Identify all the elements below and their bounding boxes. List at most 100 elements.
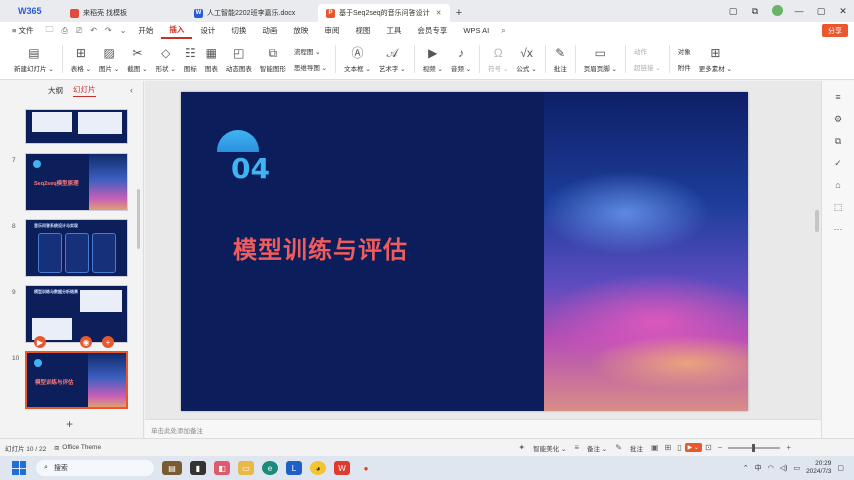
ime-icon[interactable]: 中 <box>755 463 762 473</box>
theme-name[interactable]: Office Theme <box>62 444 106 451</box>
print-icon[interactable]: ⎚ <box>72 26 86 36</box>
add-slide-button[interactable]: + <box>66 417 73 431</box>
table-button[interactable]: ⊞ 表格 ⌄ <box>67 40 95 78</box>
avatar[interactable] <box>766 4 788 18</box>
multiwindow-icon[interactable]: ⧉ <box>744 6 766 17</box>
zoom-in-icon[interactable]: + <box>783 443 794 452</box>
share-button[interactable]: 分享 <box>822 24 848 37</box>
menu-view[interactable]: 视图 <box>347 22 378 39</box>
wifi-icon[interactable]: ◠ <box>768 464 774 472</box>
new-slide-button[interactable]: ▤ 新建幻灯片 ⌄ <box>10 40 58 78</box>
video-button[interactable]: ▶ 视频 ⌄ <box>419 40 447 78</box>
attachment-button[interactable]: 附件 <box>678 62 691 72</box>
save-icon[interactable]: 🗀 <box>41 24 57 38</box>
check-icon[interactable]: ✓ <box>834 157 842 169</box>
tab-outline[interactable]: 大纲 <box>48 85 63 96</box>
menu-home[interactable]: 开始 <box>130 22 161 39</box>
comments-toggle[interactable]: 批注 <box>625 443 648 453</box>
fit-window-icon[interactable]: ⊡ <box>702 443 715 452</box>
task-view-icon[interactable]: ▮ <box>190 461 206 475</box>
symbol-button[interactable]: Ω 符号 ⌄ <box>484 40 512 78</box>
menu-slideshow[interactable]: 放映 <box>285 22 316 39</box>
maximize-button[interactable]: ▢ <box>810 6 832 17</box>
recorder-icon[interactable]: ● <box>358 461 374 475</box>
app-logo[interactable]: W365 <box>0 0 62 22</box>
taskbar-search[interactable]: ⌕ 搜索 <box>36 460 154 476</box>
quick-access-more-icon[interactable]: ⌄ <box>116 26 131 35</box>
menu-tools[interactable]: 工具 <box>378 22 409 39</box>
widgets-icon[interactable]: ▤ <box>162 461 182 475</box>
app-yellow-icon[interactable]: ◕ <box>310 461 326 475</box>
slide-thumbnail-9[interactable]: 模型训练与数据分析结果 <box>25 285 128 343</box>
menu-insert[interactable]: 插入 <box>161 22 193 39</box>
play-from-slide-icon[interactable]: ▶ <box>34 336 46 348</box>
menu-review[interactable]: 审阅 <box>316 22 347 39</box>
wordart-button[interactable]: 𝒜 艺术字 ⌄ <box>375 40 410 78</box>
notes-area[interactable]: 单击此处添加备注 <box>145 419 821 438</box>
menu-transition[interactable]: 切换 <box>223 22 254 39</box>
reading-view-icon[interactable]: ▯ <box>674 443 684 452</box>
normal-view-icon[interactable]: ▣ <box>648 443 662 452</box>
comment-button[interactable]: ✎ 批注 <box>550 40 571 78</box>
icon-button[interactable]: ☷ 图标 <box>180 40 201 78</box>
menu-member[interactable]: 会员专享 <box>409 22 455 39</box>
new-tab-button[interactable]: + <box>452 4 466 22</box>
windows-start-icon[interactable] <box>12 461 26 475</box>
edge-browser-icon[interactable]: e <box>262 461 278 475</box>
export-icon[interactable]: ⎙ <box>57 26 71 36</box>
collapse-panel-icon[interactable]: ‹ <box>130 85 133 95</box>
formula-button[interactable]: √x 公式 ⌄ <box>512 40 540 78</box>
slide-thumbnail-8[interactable]: 音乐问答系统设计与实现 <box>25 219 128 277</box>
action-button[interactable]: 动作 <box>634 46 661 56</box>
minimize-button[interactable]: — <box>788 6 810 16</box>
volume-icon[interactable]: ◁) <box>780 464 788 472</box>
zoom-slider[interactable] <box>728 443 781 452</box>
audio-button[interactable]: ♪ 音频 ⌄ <box>447 40 475 78</box>
hyperlink-button[interactable]: 超链接 ⌄ <box>634 62 661 72</box>
chart-button[interactable]: ▦ 图表 <box>201 40 222 78</box>
slide-thumbnail-6[interactable] <box>25 109 128 144</box>
section-number[interactable]: 04 <box>231 152 270 185</box>
notifications-icon[interactable]: ▢ <box>837 464 844 472</box>
copy-style-icon[interactable]: ⧉ <box>835 135 841 147</box>
tab-template[interactable]: 来稻壳 找模板 <box>62 4 184 22</box>
play-button[interactable]: ▶ ⌄ <box>684 443 702 452</box>
dynamic-chart-button[interactable]: ◰ 动态图表 <box>222 40 256 78</box>
chevron-up-icon[interactable]: ⌃ <box>743 464 749 472</box>
redo-icon[interactable]: ↷ <box>101 26 116 35</box>
add-slide-icon[interactable]: + <box>102 336 114 348</box>
tab-docx[interactable]: W 人工智能2202班李嘉乐.docx <box>186 4 316 22</box>
file-menu[interactable]: ≡ 文件 <box>4 22 41 39</box>
gallery-app-icon[interactable]: ◧ <box>214 461 230 475</box>
tab-presentation[interactable]: P 基于Seq2seq的音乐问答设计 ✕ <box>318 4 450 22</box>
screenshot-button[interactable]: ✂ 截图 ⌄ <box>123 40 151 78</box>
more-icon[interactable]: ··· <box>834 223 843 235</box>
sorter-view-icon[interactable]: ⊞ <box>662 443 675 452</box>
design-suggest-icon[interactable]: ◉ <box>80 336 92 348</box>
smart-beautify-button[interactable]: 智能美化 ⌄ <box>528 443 571 453</box>
clock[interactable]: 20:29 2024/7/3 <box>806 460 831 476</box>
tab-slides[interactable]: 幻灯片 <box>73 84 96 97</box>
slide-thumbnail-10[interactable]: 模型训练与评估 <box>25 351 128 409</box>
picture-button[interactable]: ▨ 图片 ⌄ <box>95 40 123 78</box>
smartart-button[interactable]: ⧉ 智能图形 <box>256 40 290 78</box>
menu-wps-ai[interactable]: WPS AI <box>455 22 497 39</box>
textbox-button[interactable]: Ⓐ 文本框 ⌄ <box>340 40 375 78</box>
properties-icon[interactable]: ≡ <box>835 91 840 103</box>
file-explorer-icon[interactable]: ▭ <box>238 461 254 475</box>
slide-title[interactable]: 模型训练与评估 <box>233 230 408 265</box>
zoom-out-icon[interactable]: − <box>715 443 726 452</box>
search-icon[interactable]: ⌕ <box>497 26 509 36</box>
shape-button[interactable]: ◇ 形状 ⌄ <box>152 40 180 78</box>
menu-animation[interactable]: 动画 <box>254 22 285 39</box>
canvas-scrollbar[interactable] <box>815 210 819 232</box>
flowchart-button[interactable]: 流程图 ⌄ <box>294 46 327 56</box>
settings-icon[interactable]: ⚙ <box>834 113 842 125</box>
battery-icon[interactable]: ▭ <box>793 464 800 472</box>
notes-toggle[interactable]: 备注 ⌄ <box>582 443 612 453</box>
menu-design[interactable]: 设计 <box>192 22 223 39</box>
panel-scrollbar[interactable] <box>137 189 140 249</box>
app-l-icon[interactable]: L <box>286 461 302 475</box>
home-icon[interactable]: ⌂ <box>835 179 840 191</box>
header-footer-button[interactable]: ▭ 页眉页脚 ⌄ <box>580 40 621 78</box>
